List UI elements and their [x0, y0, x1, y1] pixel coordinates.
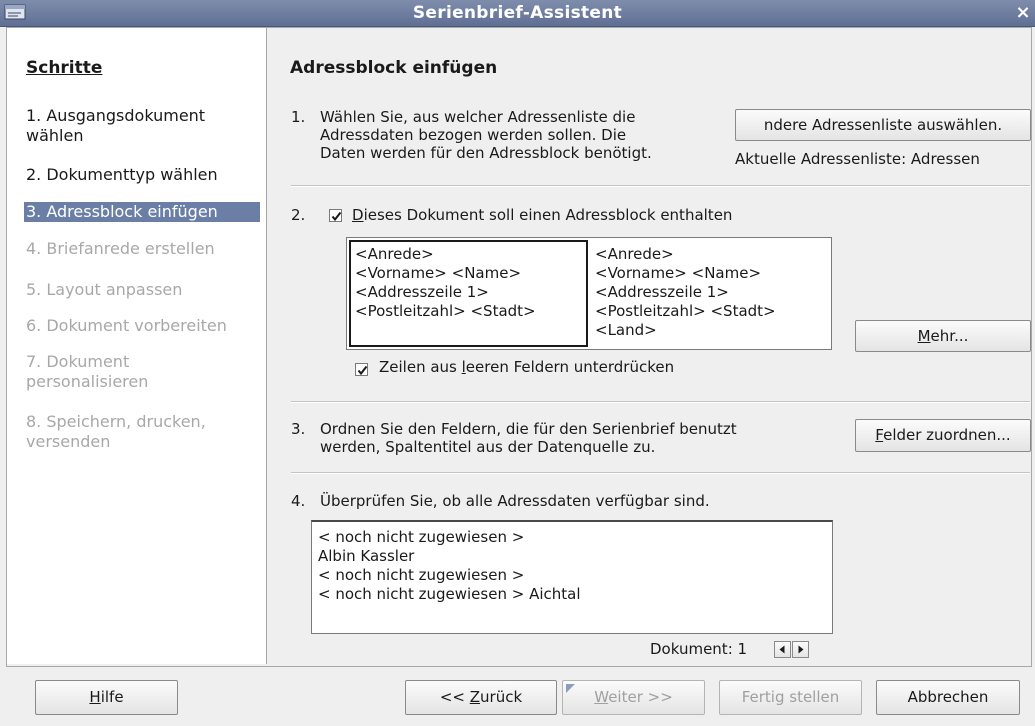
suppress-empty-checkbox[interactable]	[355, 363, 368, 376]
step-6: 6. Dokument vorbereiten	[26, 316, 258, 336]
triangle-left-icon	[779, 645, 785, 654]
step-2[interactable]: 2. Dokumenttyp wählen	[26, 165, 258, 185]
steps-sidebar: Schritte 1. Ausgangsdokument wählen 2. D…	[7, 28, 267, 664]
separator-3	[291, 472, 1030, 474]
mnemonic-d: D	[352, 206, 364, 224]
assign-fields-button[interactable]: Felder zuordnen...	[855, 419, 1031, 452]
assign-fields-label-rest: elder zuordnen...	[883, 426, 1011, 444]
mnemonic-z: Z	[469, 688, 481, 706]
close-icon[interactable]: ×	[1013, 2, 1033, 24]
address-line: <Addresszeile 1>	[595, 283, 729, 301]
address-block-list[interactable]: <Anrede> <Vorname> <Name> <Addresszeile …	[346, 237, 832, 350]
address-line: <Vorname> <Name>	[355, 264, 522, 282]
step-2-label: 2. Dokumenttyp wählen	[26, 165, 218, 184]
address-block-checkbox-label[interactable]: Dieses Dokument soll einen Adressblock e…	[352, 206, 732, 224]
address-block-checkbox[interactable]	[329, 209, 342, 222]
step-4: 4. Briefanrede erstellen	[26, 239, 258, 259]
suppress-label-pre: Zeilen aus	[379, 358, 462, 376]
steps-heading: Schritte	[26, 58, 103, 78]
section1-number: 1.	[291, 108, 306, 126]
back-label-pre: <<	[439, 688, 470, 706]
address-line: <Addresszeile 1>	[355, 283, 489, 301]
step-1[interactable]: 1. Ausgangsdokument wählen	[26, 106, 258, 146]
checkbox-label-rest: ieses Dokument soll einen Adressblock en…	[363, 206, 733, 224]
preview-line: Albin Kassler	[318, 547, 415, 565]
section4-number: 4.	[291, 492, 306, 510]
next-document-button[interactable]	[792, 641, 809, 658]
step-7-label-2: personalisieren	[26, 372, 149, 391]
step-8-label-2: versenden	[26, 432, 111, 451]
step-8: 8. Speichern, drucken, versenden	[26, 412, 258, 452]
step-4-label: 4. Briefanrede erstellen	[26, 239, 215, 258]
document-counter: Dokument: 1	[650, 640, 748, 658]
window-title: Serienbrief-Assistent	[412, 3, 623, 23]
address-preview: < noch nicht zugewiesen > Albin Kassler …	[311, 520, 833, 634]
mnemonic-m: M	[917, 327, 931, 345]
step-5-label: 5. Layout anpassen	[26, 280, 183, 299]
next-label-rest: eiter >>	[608, 688, 673, 706]
check-icon	[331, 211, 342, 222]
step-7: 7. Dokument personalisieren	[26, 352, 258, 392]
address-line: <Postleitzahl> <Stadt>	[595, 302, 776, 320]
more-label-rest: ehr...	[930, 327, 969, 345]
separator-2	[291, 401, 1030, 403]
help-label-rest: ilfe	[100, 688, 124, 706]
suppress-label-post: eeren Feldern unterdrücken	[465, 358, 675, 376]
help-button[interactable]: Hilfe	[35, 680, 178, 715]
section1-line2: Adressdaten bezogen werden sollen. Die	[320, 126, 627, 144]
step-1-label-2: wählen	[26, 126, 84, 145]
page-title: Adressblock einfügen	[290, 58, 498, 78]
section3-line1: Ordnen Sie den Feldern, die für den Seri…	[320, 420, 737, 438]
step-8-label: 8. Speichern, drucken,	[26, 412, 206, 431]
step-1-label: 1. Ausgangsdokument	[26, 106, 206, 125]
finish-button: Fertig stellen	[719, 680, 862, 715]
address-line: <Anrede>	[355, 245, 434, 263]
address-line: <Land>	[595, 321, 657, 339]
previous-document-button[interactable]	[774, 641, 791, 658]
next-button: Weiter >>	[562, 680, 705, 715]
select-address-list-button[interactable]: ndere Adressenliste auswählen.	[735, 109, 1031, 141]
cancel-button[interactable]: Abbrechen	[876, 680, 1020, 715]
suppress-empty-label[interactable]: Zeilen aus leeren Feldern unterdrücken	[379, 358, 674, 376]
preview-line: < noch nicht zugewiesen > Aichtal	[318, 585, 581, 603]
address-block-option-1[interactable]: <Anrede> <Vorname> <Name> <Addresszeile …	[349, 240, 588, 347]
separator-1	[291, 185, 1030, 187]
address-line: <Postleitzahl> <Stadt>	[355, 302, 536, 320]
step-6-label: 6. Dokument vorbereiten	[26, 316, 227, 335]
step-3-label: 3. Adressblock einfügen	[26, 202, 218, 221]
mnemonic-w: W	[594, 688, 609, 706]
corner-marker-icon	[566, 684, 575, 693]
address-block-option-2[interactable]: <Anrede> <Vorname> <Name> <Addresszeile …	[591, 242, 829, 347]
preview-line: < noch nicht zugewiesen >	[318, 528, 525, 546]
section3-line2: werden, Spaltentitel aus der Datenquelle…	[320, 438, 656, 456]
section4-text: Überprüfen Sie, ob alle Adressdaten verf…	[320, 492, 710, 510]
back-label-rest: urück	[480, 688, 523, 706]
mnemonic-f: F	[875, 426, 884, 444]
section2-number: 2.	[291, 206, 306, 224]
more-button[interactable]: Mehr...	[855, 320, 1031, 352]
address-line: <Vorname> <Name>	[595, 264, 762, 282]
check-icon	[357, 365, 368, 376]
step-7-label: 7. Dokument	[26, 352, 130, 371]
window-titlebar: Serienbrief-Assistent ×	[0, 0, 1035, 27]
triangle-right-icon	[798, 645, 804, 654]
section3-number: 3.	[291, 420, 306, 438]
address-line: <Anrede>	[595, 245, 674, 263]
preview-line: < noch nicht zugewiesen >	[318, 566, 525, 584]
mnemonic-h: H	[89, 688, 101, 706]
section1-line3: Daten werden für den Adressblock benötig…	[320, 144, 652, 162]
back-button[interactable]: << Zurück	[405, 680, 557, 715]
section1-line1: Wählen Sie, aus welcher Adressenliste di…	[320, 108, 636, 126]
current-address-list: Aktuelle Adressenliste: Adressen	[735, 150, 980, 168]
step-3[interactable]: 3. Adressblock einfügen	[24, 202, 260, 222]
step-5: 5. Layout anpassen	[26, 280, 258, 300]
